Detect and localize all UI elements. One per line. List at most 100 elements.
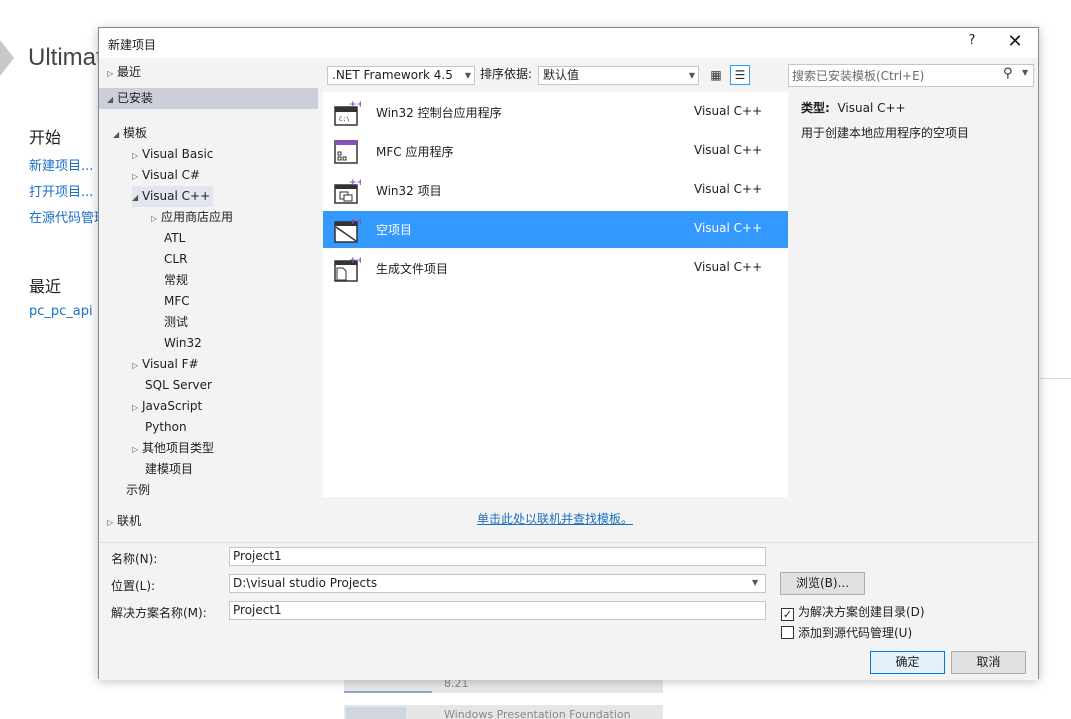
tree-item-modeling[interactable]: 建模项目 — [145, 459, 193, 480]
checkmark-icon[interactable]: ✓ — [781, 608, 794, 621]
tree-item-python[interactable]: Python — [145, 417, 187, 438]
chevron-down-icon[interactable]: ▼ — [752, 578, 758, 587]
details-type-value: Visual C++ — [837, 101, 906, 115]
start-page-title: Ultimat — [28, 44, 103, 71]
collapse-arrow-icon[interactable]: ◢ — [113, 124, 123, 145]
add-source-control-checkbox[interactable]: 添加到源代码管理(U) — [781, 624, 912, 641]
svg-text:C:\: C:\ — [339, 116, 350, 123]
template-language: Visual C++ — [694, 260, 763, 274]
chevron-down-icon: ▼ — [464, 71, 471, 80]
tree-item-javascript[interactable]: ▷ JavaScript — [132, 396, 202, 417]
tree-item-store-apps[interactable]: ▷ 应用商店应用 — [151, 207, 233, 228]
list-icon: ☰ — [734, 68, 746, 82]
makefile-project-icon: ++ — [334, 256, 361, 282]
solution-name-field[interactable]: Project1 — [229, 601, 766, 620]
create-directory-checkbox[interactable]: ✓ 为解决方案创建目录(D) — [781, 603, 925, 621]
location-label: 位置(L): — [111, 579, 156, 593]
win32-project-icon: ++ — [334, 178, 361, 204]
expand-arrow-icon[interactable]: ▷ — [151, 208, 161, 229]
help-button[interactable]: ? — [965, 33, 979, 48]
news-tile[interactable]: 8.21 — [344, 677, 663, 693]
project-settings-form: 名称(N): Project1 位置(L): D:\visual studio … — [99, 542, 1038, 680]
search-box[interactable]: ⚲ ▼ — [788, 64, 1034, 87]
checkbox-empty-icon[interactable] — [781, 626, 794, 639]
new-project-dialog: 新建项目 ? ✕ ▷ 最近 ◢ 已安装 ◢ 模板 ▷ Visual Basic ▷ Vis… — [98, 27, 1039, 680]
template-item-mfc-app[interactable]: MFC 应用程序 Visual C++ — [323, 133, 788, 170]
tree-item-atl[interactable]: ATL — [164, 228, 185, 249]
tree-item-samples[interactable]: 示例 — [126, 480, 150, 501]
tree-item-clr[interactable]: CLR — [164, 249, 187, 270]
tree-item-other-types[interactable]: ▷ 其他项目类型 — [132, 438, 214, 459]
ok-button[interactable]: 确定 — [870, 651, 945, 674]
sort-dropdown[interactable]: 默认值 ▼ — [538, 66, 699, 85]
template-name: 生成文件项目 — [376, 262, 449, 276]
tile-text: Windows Presentation Foundation — [444, 708, 631, 719]
search-icon[interactable]: ⚲ — [1003, 66, 1013, 81]
template-item-win32-project[interactable]: ++ Win32 项目 Visual C++ — [323, 172, 788, 209]
details-description: 用于创建本地应用程序的空项目 — [801, 126, 970, 140]
name-field[interactable]: Project1 — [229, 547, 766, 566]
dialog-title: 新建项目 — [108, 38, 157, 52]
expand-arrow-icon[interactable]: ▷ — [132, 166, 142, 187]
start-heading: 开始 — [29, 128, 62, 147]
dialog-title-bar[interactable]: 新建项目 ? ✕ — [99, 28, 1038, 58]
news-tile[interactable]: Windows Presentation Foundation — [344, 705, 663, 719]
tree-item-test[interactable]: 测试 — [164, 312, 188, 333]
start-link-source-control[interactable]: 在源代码管理 — [29, 207, 107, 226]
sort-label: 排序依据: — [480, 67, 533, 81]
expand-arrow-icon[interactable]: ▷ — [132, 145, 142, 166]
expand-arrow-icon[interactable]: ▷ — [132, 397, 142, 418]
tile-accent-bar — [344, 691, 432, 693]
details-type: 类型: Visual C++ — [801, 99, 906, 116]
recent-heading: 最近 — [29, 277, 62, 296]
svg-text:++: ++ — [349, 100, 361, 110]
location-field[interactable]: D:\visual studio Projects — [229, 574, 766, 593]
close-button[interactable]: ✕ — [1004, 31, 1026, 52]
template-item-makefile-project[interactable]: ++ 生成文件项目 Visual C++ — [323, 250, 788, 287]
expand-arrow-icon[interactable]: ▷ — [132, 355, 142, 376]
template-name: 空项目 — [376, 223, 413, 237]
tree-item-visual-fsharp[interactable]: ▷ Visual F# — [132, 354, 199, 375]
tree-item-visual-csharp[interactable]: ▷ Visual C# — [132, 165, 200, 186]
tree-item-online[interactable]: ▷ 联机 — [107, 511, 141, 532]
expand-arrow-icon[interactable]: ▷ — [132, 439, 142, 460]
template-tree: ▷ 最近 ◢ 已安装 ◢ 模板 ▷ Visual Basic ▷ Visual C# ◢ V… — [99, 58, 319, 533]
collapse-arrow-icon[interactable]: ◢ — [132, 187, 142, 208]
template-language: Visual C++ — [694, 104, 763, 118]
collapse-arrow-icon[interactable]: ◢ — [107, 89, 117, 110]
recent-item[interactable]: pc_pc_api — [29, 304, 93, 319]
template-list: C:\ ++ Win32 控制台应用程序 Visual C++ MFC 应用程序… — [323, 92, 788, 497]
browse-button[interactable]: 浏览(B)... — [780, 572, 865, 595]
tree-item-templates[interactable]: ◢ 模板 — [113, 123, 147, 144]
start-link-open-project[interactable]: 打开项目... — [29, 181, 93, 200]
chevron-down-icon[interactable]: ▼ — [1022, 68, 1028, 77]
tree-item-visual-basic[interactable]: ▷ Visual Basic — [132, 144, 213, 165]
svg-text:++: ++ — [349, 217, 361, 227]
template-name: Win32 项目 — [376, 184, 442, 198]
tree-item-win32[interactable]: Win32 — [164, 333, 202, 354]
template-item-win32-console[interactable]: C:\ ++ Win32 控制台应用程序 Visual C++ — [323, 94, 788, 131]
online-templates-link[interactable]: 单击此处以联机并查找模板。 — [477, 510, 633, 527]
tree-item-recent[interactable]: ▷ 最近 — [107, 62, 317, 83]
framework-dropdown[interactable]: .NET Framework 4.5 ▼ — [327, 66, 475, 85]
small-icons-view-button[interactable]: ▦ — [706, 65, 726, 85]
tree-item-visual-cpp[interactable]: ◢ Visual C++ — [132, 186, 214, 208]
cancel-button[interactable]: 取消 — [951, 651, 1026, 674]
tree-item-mfc[interactable]: MFC — [164, 291, 190, 312]
template-name: MFC 应用程序 — [376, 145, 454, 159]
expand-arrow-icon[interactable]: ▷ — [107, 63, 117, 84]
expand-arrow-icon[interactable]: ▷ — [107, 512, 117, 533]
details-type-label: 类型: — [801, 101, 830, 115]
tree-item-sql-server[interactable]: SQL Server — [145, 375, 212, 396]
template-name: Win32 控制台应用程序 — [376, 106, 502, 120]
start-link-new-project[interactable]: 新建项目... — [29, 155, 93, 174]
search-input[interactable] — [792, 67, 1002, 84]
tree-item-installed[interactable]: ◢ 已安装 — [99, 88, 318, 109]
mfc-app-icon — [334, 140, 358, 164]
list-view-button[interactable]: ☰ — [730, 65, 750, 85]
tree-item-general[interactable]: 常规 — [164, 270, 188, 291]
grid-icon: ▦ — [710, 68, 722, 82]
template-item-empty-project[interactable]: ++ 空项目 Visual C++ — [323, 211, 788, 248]
template-language: Visual C++ — [694, 143, 763, 157]
solution-name-label: 解决方案名称(M): — [111, 606, 207, 620]
